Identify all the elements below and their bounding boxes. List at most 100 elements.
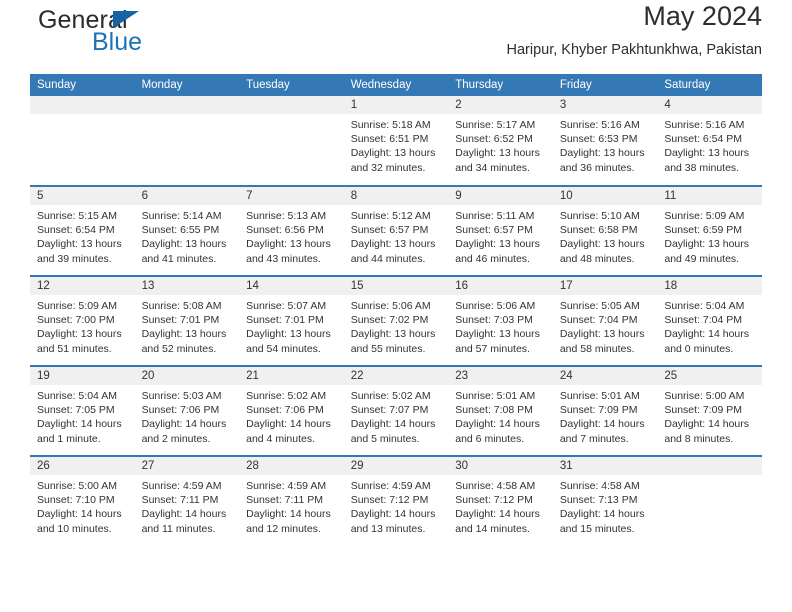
daylight-duration-line2: and 10 minutes. (37, 522, 112, 535)
day-details: Sunrise: 5:05 AM Sunset: 7:04 PM Daylight:… (553, 295, 658, 356)
calendar-day-cell[interactable]: 30 Sunrise: 4:58 AM Sunset: 7:12 PM Dayligh… (448, 455, 553, 546)
day-cell-content: 9 Sunrise: 5:11 AM Sunset: 6:57 PM Daylight… (448, 187, 553, 275)
sunset-time: Sunset: 7:13 PM (559, 494, 638, 507)
page-header: General Blue May 2024 Haripur, Khyber Pa… (30, 0, 762, 74)
day-details: Sunrise: 5:09 AM Sunset: 7:00 PM Daylight:… (30, 295, 135, 356)
calendar-day-cell[interactable]: 17 Sunrise: 5:05 AM Sunset: 7:04 PM Dayligh… (552, 275, 658, 366)
day-cell-content: 12 Sunrise: 5:09 AM Sunset: 7:00 PM Dayligh… (30, 277, 135, 365)
daylight-duration-line1: Daylight: 13 hours (664, 147, 750, 160)
daylight-duration-line1: Daylight: 13 hours (37, 238, 122, 251)
day-number: 30 (448, 457, 553, 475)
weekday-header-row: Sunday Monday Tuesday Wednesday Thursday… (30, 74, 762, 96)
sunset-time: Sunset: 7:00 PM (37, 314, 115, 327)
daylight-duration-line1: Daylight: 13 hours (559, 328, 645, 341)
calendar-day-cell[interactable]: 4 Sunrise: 5:16 AM Sunset: 6:54 PM Daylight… (657, 96, 762, 186)
day-details: Sunrise: 5:18 AM Sunset: 6:51 PM Daylight:… (344, 114, 449, 175)
calendar-day-cell[interactable]: 14 Sunrise: 5:07 AM Sunset: 7:01 PM Dayligh… (239, 275, 344, 366)
day-number: 18 (657, 277, 762, 295)
day-number: 15 (343, 277, 449, 295)
calendar-day-cell[interactable]: 19 Sunrise: 5:04 AM Sunset: 7:05 PM Dayligh… (30, 365, 135, 456)
day-number: 28 (239, 457, 344, 475)
sunrise-time: Sunrise: 5:18 AM (350, 119, 431, 131)
daylight-duration-line1: Daylight: 14 hours (559, 508, 645, 521)
sunrise-time: Sunrise: 5:02 AM (350, 390, 431, 402)
day-cell-content: 1 Sunrise: 5:18 AM Sunset: 6:51 PM Daylight… (343, 96, 449, 184)
sunset-time: Sunset: 7:09 PM (559, 404, 638, 417)
calendar-day-cell-empty (239, 96, 344, 186)
calendar-day-cell[interactable]: 11 Sunrise: 5:09 AM Sunset: 6:59 PM Dayligh… (657, 185, 762, 276)
day-number: 24 (552, 367, 658, 385)
calendar-day-cell[interactable]: 21 Sunrise: 5:02 AM Sunset: 7:06 PM Dayligh… (239, 365, 344, 456)
sunset-time: Sunset: 7:11 PM (246, 494, 323, 507)
calendar-day-cell-empty (657, 455, 762, 546)
calendar-day-cell[interactable]: 6 Sunrise: 5:14 AM Sunset: 6:55 PM Daylight… (134, 185, 240, 276)
calendar-day-cell[interactable]: 7 Sunrise: 5:13 AM Sunset: 6:56 PM Daylight… (239, 185, 344, 276)
calendar-day-cell[interactable]: 18 Sunrise: 5:04 AM Sunset: 7:04 PM Dayligh… (657, 275, 762, 366)
sunset-time: Sunset: 7:09 PM (664, 404, 743, 417)
sunset-time: Sunset: 7:08 PM (455, 404, 533, 417)
weekday-header-sunday: Sunday (30, 74, 135, 96)
calendar-day-cell[interactable]: 16 Sunrise: 5:06 AM Sunset: 7:03 PM Dayligh… (448, 275, 553, 366)
daylight-duration-line2: and 52 minutes. (141, 342, 217, 355)
sunrise-time: Sunrise: 5:06 AM (455, 300, 536, 312)
day-number: 2 (448, 96, 553, 114)
sunset-time: Sunset: 6:51 PM (350, 133, 429, 146)
sunrise-time: Sunrise: 4:58 AM (559, 480, 640, 492)
day-number: 27 (134, 457, 240, 475)
calendar-day-cell[interactable]: 26 Sunrise: 5:00 AM Sunset: 7:10 PM Dayligh… (30, 455, 135, 546)
calendar-day-cell[interactable]: 28 Sunrise: 4:59 AM Sunset: 7:11 PM Dayligh… (239, 455, 344, 546)
sunset-time: Sunset: 6:58 PM (559, 224, 638, 237)
calendar-day-cell[interactable]: 23 Sunrise: 5:01 AM Sunset: 7:08 PM Dayligh… (448, 365, 553, 456)
daylight-duration-line1: Daylight: 14 hours (37, 418, 122, 431)
calendar-day-cell[interactable]: 1 Sunrise: 5:18 AM Sunset: 6:51 PM Daylight… (343, 96, 449, 186)
sunrise-time: Sunrise: 5:04 AM (37, 390, 117, 402)
daylight-duration-line2: and 1 minute. (37, 432, 101, 445)
sunset-time: Sunset: 7:06 PM (141, 404, 220, 417)
day-details: Sunrise: 4:58 AM Sunset: 7:13 PM Daylight:… (553, 475, 658, 536)
day-cell-content: 18 Sunrise: 5:04 AM Sunset: 7:04 PM Dayligh… (657, 277, 762, 365)
day-cell-content: 20 Sunrise: 5:03 AM Sunset: 7:06 PM Dayligh… (134, 367, 240, 455)
calendar-day-cell[interactable]: 10 Sunrise: 5:10 AM Sunset: 6:58 PM Dayligh… (552, 185, 658, 276)
daylight-duration-line1: Daylight: 13 hours (455, 147, 540, 160)
day-cell-content: 16 Sunrise: 5:06 AM Sunset: 7:03 PM Dayligh… (448, 277, 553, 365)
calendar-day-cell[interactable]: 20 Sunrise: 5:03 AM Sunset: 7:06 PM Dayligh… (134, 365, 240, 456)
calendar-day-cell[interactable]: 13 Sunrise: 5:08 AM Sunset: 7:01 PM Dayligh… (134, 275, 240, 366)
calendar-day-cell[interactable]: 22 Sunrise: 5:02 AM Sunset: 7:07 PM Dayligh… (343, 365, 449, 456)
sunrise-time: Sunrise: 5:17 AM (455, 119, 536, 131)
sunrise-time: Sunrise: 5:05 AM (559, 300, 640, 312)
daylight-duration-line1: Daylight: 14 hours (246, 508, 331, 521)
sunset-time: Sunset: 7:10 PM (37, 494, 115, 507)
sunrise-time: Sunrise: 5:00 AM (664, 390, 745, 402)
calendar-day-cell[interactable]: 29 Sunrise: 4:59 AM Sunset: 7:12 PM Dayligh… (343, 455, 449, 546)
daylight-duration-line2: and 12 minutes. (246, 522, 321, 535)
sunrise-time: Sunrise: 5:09 AM (37, 300, 117, 312)
calendar-day-cell[interactable]: 24 Sunrise: 5:01 AM Sunset: 7:09 PM Dayligh… (552, 365, 658, 456)
sunset-time: Sunset: 6:57 PM (455, 224, 533, 237)
day-cell-content: 7 Sunrise: 5:13 AM Sunset: 6:56 PM Daylight… (239, 187, 344, 275)
day-details: Sunrise: 5:09 AM Sunset: 6:59 PM Daylight:… (657, 205, 762, 266)
day-details: Sunrise: 4:59 AM Sunset: 7:11 PM Daylight:… (135, 475, 240, 536)
calendar-day-cell[interactable]: 2 Sunrise: 5:17 AM Sunset: 6:52 PM Daylight… (448, 96, 553, 186)
calendar-day-cell[interactable]: 3 Sunrise: 5:16 AM Sunset: 6:53 PM Daylight… (552, 96, 658, 186)
sunset-time: Sunset: 6:56 PM (246, 224, 324, 237)
calendar-day-cell[interactable]: 27 Sunrise: 4:59 AM Sunset: 7:11 PM Dayligh… (134, 455, 240, 546)
calendar-week-row: 5 Sunrise: 5:15 AM Sunset: 6:54 PM Daylight… (30, 185, 762, 276)
sunrise-time: Sunrise: 5:01 AM (559, 390, 640, 402)
sunrise-time: Sunrise: 5:12 AM (350, 210, 431, 222)
day-cell-content: 14 Sunrise: 5:07 AM Sunset: 7:01 PM Dayligh… (239, 277, 344, 365)
sunset-time: Sunset: 7:12 PM (455, 494, 533, 507)
calendar-day-cell[interactable]: 31 Sunrise: 4:58 AM Sunset: 7:13 PM Dayligh… (552, 455, 658, 546)
calendar-day-cell[interactable]: 25 Sunrise: 5:00 AM Sunset: 7:09 PM Dayligh… (657, 365, 762, 456)
calendar-day-cell[interactable]: 12 Sunrise: 5:09 AM Sunset: 7:00 PM Dayligh… (30, 275, 135, 366)
calendar-day-cell[interactable]: 5 Sunrise: 5:15 AM Sunset: 6:54 PM Daylight… (30, 185, 135, 276)
day-number: 9 (448, 187, 553, 205)
calendar-week-row: 19 Sunrise: 5:04 AM Sunset: 7:05 PM Dayligh… (30, 365, 762, 456)
calendar-day-cell[interactable]: 15 Sunrise: 5:06 AM Sunset: 7:02 PM Dayligh… (343, 275, 449, 366)
calendar-day-cell[interactable]: 8 Sunrise: 5:12 AM Sunset: 6:57 PM Daylight… (343, 185, 449, 276)
sunrise-time: Sunrise: 4:59 AM (141, 480, 222, 492)
daylight-duration-line2: and 54 minutes. (246, 342, 321, 355)
weekday-header-friday: Friday (552, 74, 658, 96)
sunrise-time: Sunrise: 4:59 AM (350, 480, 431, 492)
calendar-day-cell[interactable]: 9 Sunrise: 5:11 AM Sunset: 6:57 PM Daylight… (448, 185, 553, 276)
general-blue-logo[interactable]: General Blue (30, 6, 240, 62)
